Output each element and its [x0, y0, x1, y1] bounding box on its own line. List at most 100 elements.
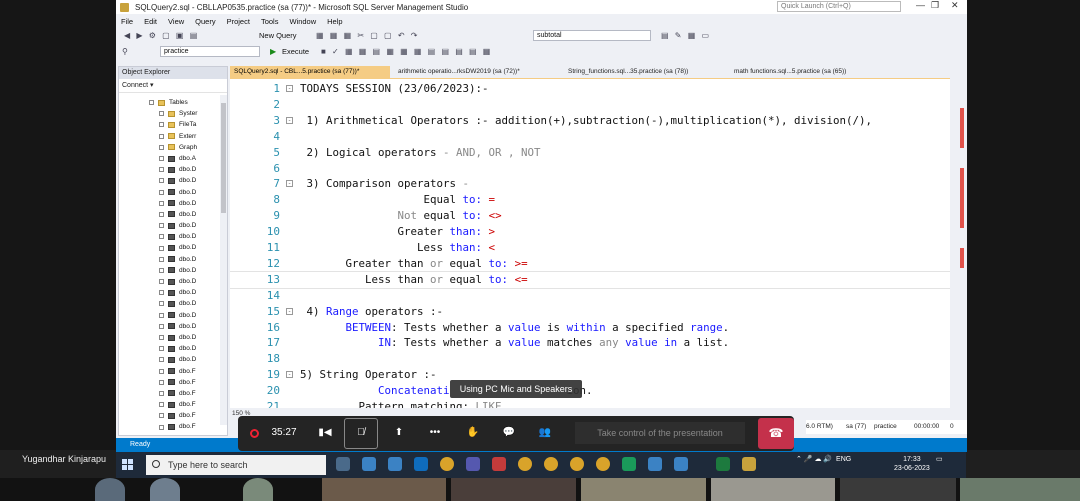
app-icon[interactable]	[622, 457, 636, 471]
menu-item-tools[interactable]: Tools	[261, 17, 279, 26]
database-select[interactable]: practice	[160, 46, 260, 57]
share-screen-icon[interactable]: ⬆	[390, 424, 408, 442]
expand-icon[interactable]	[159, 144, 164, 150]
expand-icon[interactable]	[159, 234, 164, 240]
participant-video[interactable]	[322, 478, 446, 501]
new-query-button[interactable]: New Query	[259, 31, 297, 40]
raise-hand-icon[interactable]: ✋	[464, 424, 482, 442]
execute-button[interactable]: Execute	[282, 47, 309, 56]
expand-icon[interactable]	[159, 122, 164, 128]
minimize-icon[interactable]: —	[916, 0, 925, 10]
code-line[interactable]: 1- TODAYS SESSION (23/06/2023):-	[230, 81, 950, 97]
expand-icon[interactable]	[159, 301, 164, 307]
tree-node[interactable]: dbo.D	[159, 287, 197, 298]
tree-node[interactable]: dbo.F	[159, 410, 197, 421]
menu-item-view[interactable]: View	[168, 17, 184, 26]
tree-node[interactable]: FileTa	[159, 119, 197, 130]
app-icon[interactable]	[648, 457, 662, 471]
expand-icon[interactable]	[149, 100, 154, 106]
teams-app-icon[interactable]	[466, 457, 480, 471]
participant-avatar[interactable]	[150, 478, 180, 501]
expand-icon[interactable]	[159, 390, 164, 396]
system-tray[interactable]: ⌃ 🎤 ☁ 🔊 ENG	[796, 455, 851, 463]
code-line[interactable]: 12 Greater than or equal to: >=	[230, 256, 950, 272]
tree-node[interactable]: dbo.D	[159, 220, 197, 231]
edge-app-icon[interactable]	[362, 457, 376, 471]
expand-icon[interactable]	[159, 379, 164, 385]
chrome-app-icon[interactable]	[544, 457, 558, 471]
expand-icon[interactable]	[159, 346, 164, 352]
expand-icon[interactable]	[159, 368, 164, 374]
participant-avatar[interactable]	[243, 478, 273, 501]
code-line[interactable]: 6	[230, 161, 950, 177]
code-line[interactable]: 15- 4) Range operators :-	[230, 304, 950, 320]
expand-icon[interactable]	[159, 156, 164, 162]
query-options-icons[interactable]: ■ ✓ ▦ ▦ ▤ ▦ ▦ ▦ ▤ ▤ ▤ ▤ ▦	[321, 47, 492, 56]
code-line[interactable]: 2	[230, 97, 950, 113]
document-tab[interactable]: SQLQuery2.sql - CBL...5.practice (sa (77…	[230, 66, 390, 78]
toolbar-edit-icons[interactable]: ▦ ▦ ▦ ✂ ▢ ▢ ↶ ↷	[316, 31, 419, 40]
expand-icon[interactable]	[159, 402, 164, 408]
tree-node[interactable]: dbo.D	[159, 187, 197, 198]
tree-node[interactable]: dbo.D	[159, 332, 197, 343]
tree-node[interactable]: Exterr	[159, 131, 197, 142]
tree-node[interactable]: dbo.D	[159, 310, 197, 321]
close-icon[interactable]: ✕	[951, 0, 959, 11]
ssms-app-icon[interactable]	[742, 457, 756, 471]
code-line[interactable]: 5 2) Logical operators - AND, OR , NOT	[230, 145, 950, 161]
expand-icon[interactable]	[159, 133, 164, 139]
code-line[interactable]: 4	[230, 129, 950, 145]
tree-node[interactable]: dbo.F	[159, 421, 197, 432]
expand-icon[interactable]	[159, 312, 164, 318]
code-line[interactable]: 14	[230, 288, 950, 304]
expand-icon[interactable]	[159, 413, 164, 419]
tree-node[interactable]: Graph	[159, 142, 197, 153]
language-indicator[interactable]: ENG	[836, 456, 851, 463]
expand-icon[interactable]	[159, 211, 164, 217]
menu-item-window[interactable]: Window	[289, 17, 316, 26]
expand-icon[interactable]	[159, 178, 164, 184]
mail-app-icon[interactable]	[414, 457, 428, 471]
document-tab[interactable]: arithmetic operatio...rksDW2019 (sa (72)…	[394, 66, 560, 78]
code-line[interactable]: 13 Less than or equal to: <=	[230, 270, 950, 289]
hang-up-button[interactable]: ☎	[758, 418, 794, 449]
expand-icon[interactable]	[159, 335, 164, 341]
tree-node[interactable]: dbo.F	[159, 399, 197, 410]
code-line[interactable]: 19-5) String Operator :-	[230, 367, 950, 383]
code-line[interactable]: 20 Concatenati ion.	[230, 383, 950, 399]
expand-icon[interactable]	[159, 223, 164, 229]
tree-node[interactable]: dbo.D	[159, 354, 197, 365]
tree-node[interactable]: dbo.D	[159, 175, 197, 186]
code-line[interactable]: 17 IN: Tests whether a value matches any…	[230, 335, 950, 351]
tree-node[interactable]: Tables	[149, 97, 197, 108]
document-tab[interactable]: math functions.sql...5.practice (sa (65)…	[730, 66, 880, 78]
expand-icon[interactable]	[159, 245, 164, 251]
tree-node[interactable]: Syster	[159, 108, 197, 119]
code-line[interactable]: 10 Greater than: >	[230, 224, 950, 240]
toolbar-icons[interactable]: ◀ ▶ ⚙ ▢ ▣ ▤	[124, 31, 199, 40]
tree-node[interactable]: dbo.F	[159, 377, 197, 388]
fold-icon[interactable]: -	[286, 116, 293, 124]
tree-node[interactable]: dbo.D	[159, 231, 197, 242]
tree-node[interactable]: dbo.F	[159, 366, 197, 377]
expand-icon[interactable]	[159, 267, 164, 273]
fold-icon[interactable]: -	[286, 180, 293, 188]
code-line[interactable]: 16 BETWEEN: Tests whether a value is wit…	[230, 320, 950, 336]
notifications-icon[interactable]: ▭	[936, 455, 943, 463]
expand-icon[interactable]	[159, 167, 164, 173]
tree-node[interactable]: dbo.D	[159, 265, 197, 276]
fold-icon[interactable]: -	[286, 307, 293, 315]
tree-node[interactable]: dbo.F	[159, 388, 197, 399]
store-app-icon[interactable]	[388, 457, 402, 471]
participants-icon[interactable]: 👥	[536, 424, 554, 442]
tree-node[interactable]: dbo.D	[159, 242, 197, 253]
tree-node[interactable]: dbo.A	[159, 153, 197, 164]
code-line[interactable]: 9 Not equal to: <>	[230, 208, 950, 224]
app-icon[interactable]	[492, 457, 506, 471]
menu-item-query[interactable]: Query	[195, 17, 215, 26]
restore-icon[interactable]: ❐	[931, 0, 939, 11]
participant-video[interactable]	[451, 478, 576, 501]
take-control-button[interactable]: Take control of the presentation	[575, 422, 745, 444]
expand-icon[interactable]	[159, 111, 164, 117]
expand-icon[interactable]	[159, 200, 164, 206]
